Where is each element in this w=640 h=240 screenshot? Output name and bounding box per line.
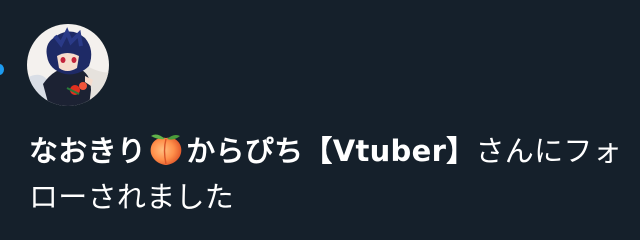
notification-message: なおきり からぴち【Vtuber】さんにフォローされました bbox=[29, 128, 629, 220]
sender-name-part2: からぴち【Vtuber】 bbox=[186, 134, 476, 168]
sender-name[interactable]: なおきり からぴち【Vtuber】 bbox=[29, 134, 476, 168]
sender-name-part1: なおきり bbox=[29, 134, 147, 168]
follow-notification[interactable]: なおきり からぴち【Vtuber】さんにフォローされました bbox=[0, 0, 640, 240]
avatar[interactable] bbox=[27, 24, 109, 106]
peach-emoji-icon bbox=[150, 134, 182, 165]
avatar-illustration bbox=[27, 24, 109, 106]
follow-indicator-icon bbox=[0, 64, 4, 75]
